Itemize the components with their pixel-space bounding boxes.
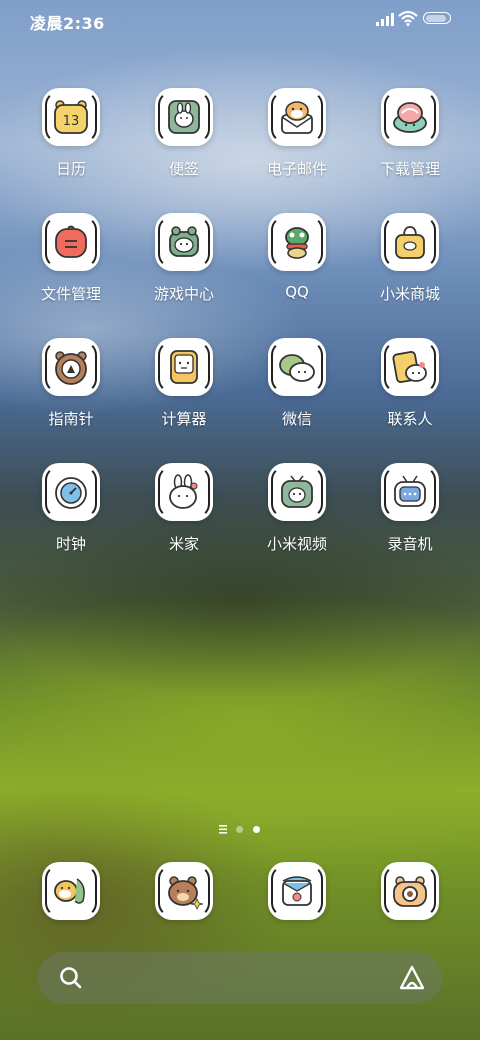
- recorder-radio-icon: [394, 475, 426, 507]
- app-label: QQ: [285, 283, 309, 301]
- cellular-signal-icon: [376, 13, 394, 26]
- mijia-bunny-icon: [169, 474, 198, 509]
- svg-text:13: 13: [63, 114, 80, 129]
- battery-icon: [423, 12, 451, 24]
- qq-frog-icon: [285, 227, 309, 259]
- app-label: 指南针: [48, 410, 94, 428]
- notes-bunny-icon: [168, 100, 200, 134]
- app-recorder[interactable]: 录音机: [354, 463, 466, 567]
- compass-bear-icon: [55, 351, 87, 385]
- app-label: 小米视频: [266, 535, 327, 553]
- app-file-manager[interactable]: 文件管理: [15, 213, 127, 317]
- app-notes[interactable]: 便签: [128, 88, 240, 192]
- email-hamster-icon: [281, 101, 313, 134]
- file-folder-icon: [55, 225, 87, 258]
- app-label: 录音机: [387, 535, 433, 553]
- dock-browser[interactable]: [241, 862, 353, 966]
- app-email[interactable]: 电子邮件: [241, 88, 353, 192]
- list-pages-icon[interactable]: [219, 825, 227, 834]
- app-label: 计算器: [161, 410, 207, 428]
- camera-bear-icon: [393, 876, 427, 907]
- app-game-center[interactable]: 游戏中心: [128, 213, 240, 317]
- clock-icon: [55, 477, 87, 509]
- battery-level: [425, 14, 446, 22]
- contacts-cat-icon: [392, 351, 427, 383]
- app-label: 电子邮件: [266, 160, 327, 178]
- search-icon[interactable]: [58, 965, 84, 991]
- app-label: 日历: [55, 160, 86, 178]
- app-label: 时钟: [55, 535, 86, 553]
- app-label: 便签: [168, 160, 199, 178]
- app-label: 联系人: [387, 410, 433, 428]
- wechat-bubble-icon: [279, 354, 315, 382]
- phone-hamster-icon: [54, 878, 85, 904]
- dock-camera[interactable]: [354, 862, 466, 966]
- page-dot-active[interactable]: [253, 826, 260, 833]
- browser-envelope-icon: [282, 876, 312, 906]
- app-label: 米家: [168, 535, 199, 553]
- shopping-bag-icon: [395, 226, 425, 259]
- wifi-icon: [398, 10, 418, 26]
- app-label: 下载管理: [379, 160, 440, 178]
- search-bar[interactable]: [38, 952, 442, 1004]
- app-calculator[interactable]: 计算器: [128, 338, 240, 442]
- app-mi-video[interactable]: 小米视频: [241, 463, 353, 567]
- download-turtle-icon: [393, 102, 427, 133]
- calendar-bear-icon: 13: [54, 100, 88, 134]
- app-label: 文件管理: [40, 285, 101, 303]
- page-dot[interactable]: [236, 826, 243, 833]
- app-label: 微信: [281, 410, 312, 428]
- status-bar: 凌晨2:36: [0, 0, 480, 40]
- messages-bear-icon: [168, 876, 204, 910]
- app-contacts[interactable]: 联系人: [354, 338, 466, 442]
- app-mijia[interactable]: 米家: [128, 463, 240, 567]
- app-wechat[interactable]: 微信: [241, 338, 353, 442]
- dock-phone[interactable]: [15, 862, 127, 966]
- app-label: 游戏中心: [153, 285, 214, 303]
- app-label: 小米商城: [379, 285, 440, 303]
- app-mi-store[interactable]: 小米商城: [354, 213, 466, 317]
- app-calendar[interactable]: 13 日历: [15, 88, 127, 192]
- status-time: 凌晨2:36: [30, 14, 105, 33]
- app-compass[interactable]: 指南针: [15, 338, 127, 442]
- game-frog-icon: [169, 226, 199, 257]
- calculator-icon: [170, 350, 198, 384]
- app-clock[interactable]: 时钟: [15, 463, 127, 567]
- video-tv-icon: [281, 475, 313, 508]
- app-qq[interactable]: QQ: [241, 213, 353, 317]
- assistant-icon[interactable]: [398, 964, 426, 992]
- page-indicator[interactable]: [0, 824, 480, 836]
- app-downloads[interactable]: 下载管理: [354, 88, 466, 192]
- dock-messages[interactable]: [128, 862, 240, 966]
